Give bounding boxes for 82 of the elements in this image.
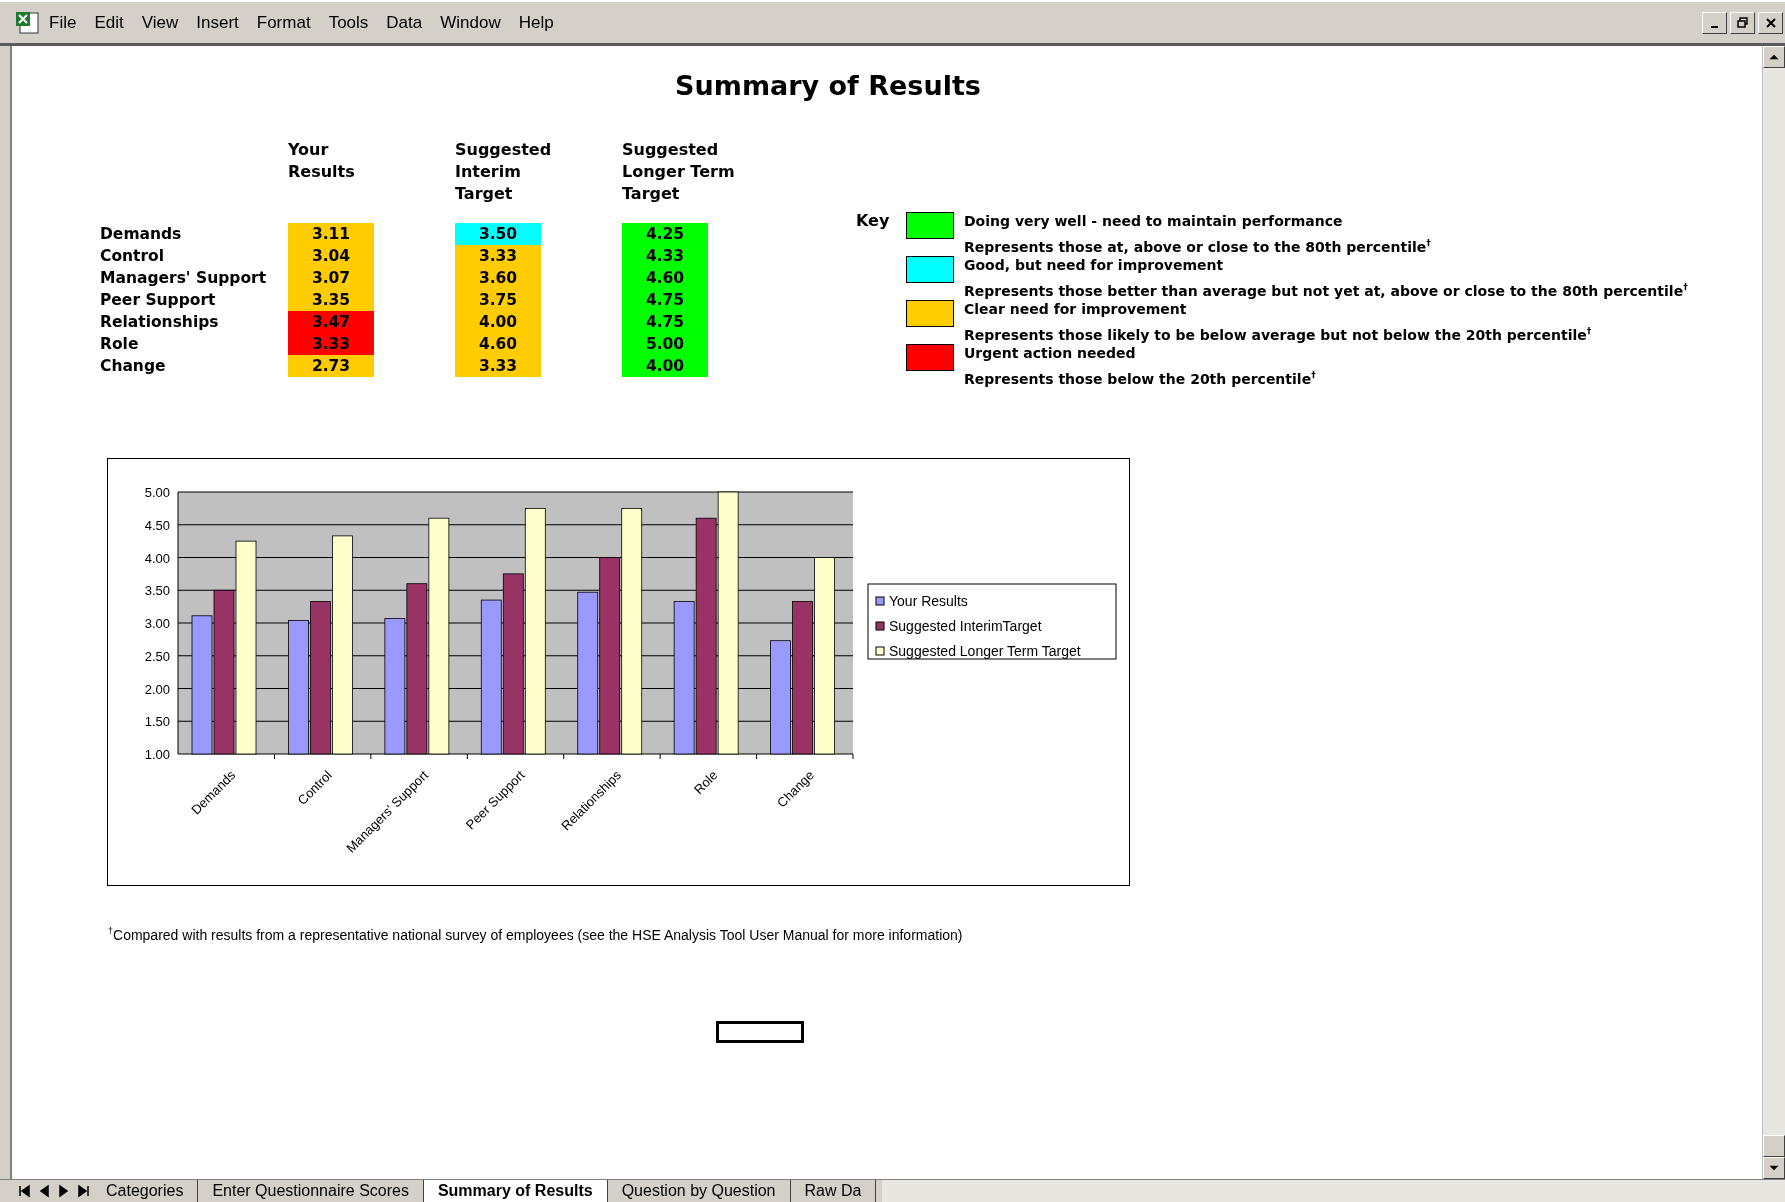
restore-button[interactable] [1730, 11, 1755, 34]
row-label: Relationships [100, 312, 219, 333]
restore-icon [1736, 16, 1749, 29]
row-label: Managers' Support [100, 268, 267, 289]
legend-label: Suggested Longer Term Target [889, 643, 1081, 659]
key-title: Clear need for improvement [964, 300, 1188, 319]
scroll-up-button[interactable] [1763, 46, 1785, 68]
close-button[interactable] [1758, 11, 1783, 34]
axis-tick-label: 4.50 [144, 517, 170, 533]
menu-item[interactable]: Edit [85, 12, 133, 33]
axis-tick-label: 1.50 [144, 714, 170, 730]
key-description: Represents those better than average but not yet at, above or close to the 80th percentile$^{†}$ [964, 281, 1688, 298]
score-cell: 3.04 [288, 245, 374, 267]
footnote: $^{†}$Compared with results from a representative national survey of employees (see the HSE Analysis Tool User Manual for more information) [108, 926, 964, 943]
key-title: Urgent action needed [964, 344, 1137, 363]
score-cell: 4.60 [622, 267, 708, 289]
legend-swatch [875, 596, 885, 606]
minimize-button[interactable] [1702, 11, 1727, 34]
column-header: Suggested Interim Target [455, 139, 552, 205]
score-cell: 3.47 [288, 311, 374, 333]
menu-item[interactable]: View [132, 12, 188, 33]
menu-item[interactable]: Window [431, 12, 510, 33]
score-cell: 4.00 [455, 311, 541, 333]
menu-item[interactable]: Tools [319, 12, 378, 33]
score-cell: 4.00 [622, 355, 708, 377]
score-cell: 3.50 [455, 223, 541, 245]
score-cell: 3.75 [455, 289, 541, 311]
score-cell: 4.60 [455, 333, 541, 355]
legend-swatch [875, 646, 885, 656]
key-title: Doing very well - need to maintain performance [964, 212, 1344, 231]
row-label: Peer Support [100, 290, 216, 311]
key-label: Key [856, 210, 891, 232]
score-cell: 5.00 [622, 333, 708, 355]
score-cell: 3.33 [288, 333, 374, 355]
minimize-icon [1711, 25, 1718, 28]
axis-tick-label: 3.50 [144, 583, 170, 599]
horizontal-scrollbar[interactable] [882, 1180, 1785, 1202]
scroll-down-button[interactable] [1763, 1157, 1785, 1179]
column-header: Your Results [288, 139, 355, 183]
axis-tick-label: 4.00 [144, 550, 170, 566]
up-arrow-icon [1768, 52, 1780, 62]
score-cell: 4.75 [622, 311, 708, 333]
sheet-tab[interactable]: Summary of Results [423, 1180, 608, 1202]
key-description: Represents those at, above or close to the 80th percentile$^{†}$ [964, 237, 1432, 254]
score-cell: 3.07 [288, 267, 374, 289]
sheet-title: Summary of Results [674, 70, 982, 101]
score-cell: 3.11 [288, 223, 374, 245]
score-cell: 4.75 [622, 289, 708, 311]
axis-tick-label: 2.00 [144, 681, 170, 697]
axis-tick-label: 5.00 [144, 485, 170, 500]
scroll-thumb[interactable] [1763, 1135, 1785, 1157]
active-cell[interactable] [716, 1020, 804, 1043]
down-arrow-icon [1768, 1163, 1780, 1173]
score-cell: 3.60 [455, 267, 541, 289]
column-header: Suggested Longer Term Target [622, 139, 735, 205]
spreadsheet-icon[interactable] [14, 10, 40, 35]
legend-label: Your Results [889, 593, 968, 609]
menu-item[interactable]: Help [509, 12, 563, 33]
row-label: Role [100, 334, 139, 355]
axis-tick-label: 1.00 [144, 747, 170, 762]
axis-tick-label: 3.00 [144, 616, 170, 631]
row-label: Control [100, 246, 165, 267]
key-description: Represents those below the 20th percentile$^{†}$ [964, 369, 1317, 386]
score-cell: 2.73 [288, 355, 374, 377]
key-description: Represents those likely to be below average but not below the 20th percentile$^{†}$ [964, 325, 1593, 342]
key-title: Good, but need for improvement [964, 256, 1225, 275]
legend-label: Suggested InterimTarget [889, 618, 1042, 634]
axis-tick-label: 2.50 [144, 648, 170, 664]
category-label: Role [690, 767, 721, 798]
close-icon [1764, 16, 1777, 29]
row-label: Change [100, 356, 166, 377]
score-cell: 3.33 [455, 355, 541, 377]
menu-item[interactable]: File [40, 12, 86, 33]
legend-swatch [875, 621, 885, 631]
score-cell: 4.25 [622, 223, 708, 245]
menu-item[interactable]: Insert [187, 12, 248, 33]
score-cell: 4.33 [622, 245, 708, 267]
row-label: Demands [100, 224, 182, 245]
menu-item[interactable]: Format [247, 12, 320, 33]
score-cell: 3.35 [288, 289, 374, 311]
menu-item[interactable]: Data [377, 12, 432, 33]
score-cell: 3.33 [455, 245, 541, 267]
